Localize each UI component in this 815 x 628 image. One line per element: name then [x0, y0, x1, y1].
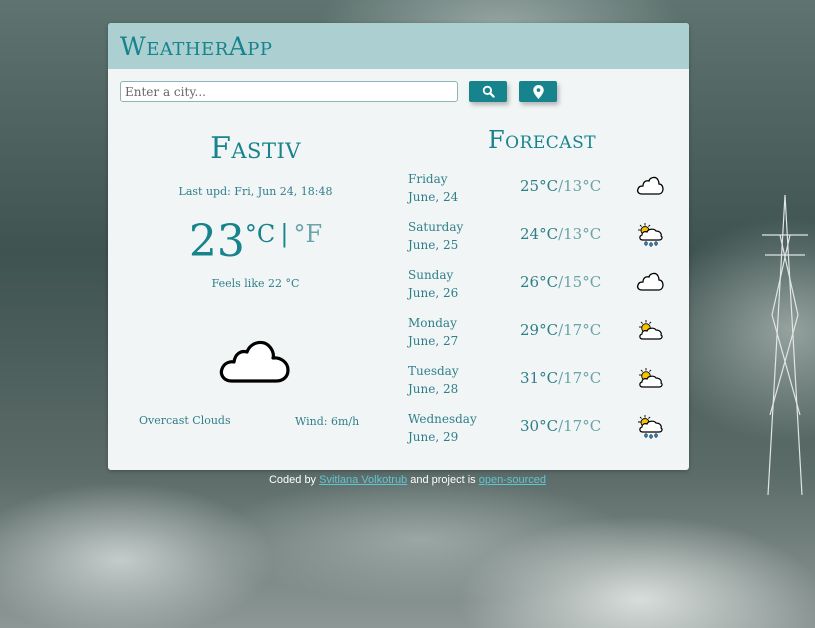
forecast-day-name: Wednesday [408, 412, 477, 426]
fahrenheit-link[interactable]: °F [294, 220, 323, 248]
weather-card: WeatherApp Fastiv Last upd: Fri, Jun 24,… [108, 23, 689, 470]
city-search-input[interactable] [120, 81, 458, 102]
current-location-button[interactable] [519, 81, 557, 102]
forecast-day-name: Monday [408, 316, 457, 330]
forecast-row: Tuesday June, 28 31°C/17°C [408, 362, 678, 410]
forecast-date: Tuesday June, 28 [408, 362, 459, 398]
last-updated: Last upd: Fri, Jun 24, 18:48 [178, 185, 333, 198]
cloud-icon [219, 340, 290, 383]
forecast-day-name: Saturday [408, 220, 464, 234]
sun-rain-cloud-icon [638, 223, 663, 247]
cloud-icon [636, 176, 664, 195]
current-temperature: 23 [188, 216, 245, 267]
forecast-max: 24°C [520, 225, 559, 243]
forecast-max: 30°C [520, 417, 559, 435]
app-header: WeatherApp [108, 23, 689, 69]
footer: Coded by Svitlana Volkotrub and project … [0, 474, 815, 486]
forecast-row: Monday June, 27 29°C/17°C [408, 314, 678, 362]
forecast-date: Sunday June, 26 [408, 266, 458, 302]
forecast-date: Friday June, 24 [408, 170, 458, 206]
search-button[interactable] [469, 81, 507, 102]
forecast-temps: 26°C/15°C [520, 273, 601, 291]
forecast-max: 25°C [520, 177, 559, 195]
wind-speed: Wind: 6m/h [295, 415, 360, 428]
author-link[interactable]: Svitlana Volkotrub [319, 474, 407, 486]
partly-cloudy-icon [639, 368, 663, 388]
forecast-title: Forecast [488, 126, 597, 154]
power-pylon-image [762, 195, 808, 495]
forecast-day-date: June, 25 [408, 238, 459, 252]
forecast-day-name: Tuesday [408, 364, 459, 378]
forecast-day-name: Friday [408, 172, 448, 186]
forecast-min: 17°C [563, 417, 602, 435]
forecast-date: Saturday June, 25 [408, 218, 463, 254]
celsius-link[interactable]: °C [245, 220, 275, 248]
forecast-min: 13°C [563, 225, 602, 243]
forecast-list: Friday June, 24 25°C/13°C Saturday June,… [408, 170, 678, 458]
forecast-min: 13°C [563, 177, 602, 195]
footer-middle: and project is [407, 474, 479, 486]
forecast-min: 17°C [563, 369, 602, 387]
open-source-link[interactable]: open-sourced [479, 474, 546, 486]
forecast-day-date: June, 26 [408, 286, 459, 300]
forecast-temps: 24°C/13°C [520, 225, 601, 243]
footer-prefix: Coded by [268, 474, 320, 486]
weather-description: Overcast Clouds [139, 414, 231, 427]
partly-cloudy-icon [639, 320, 663, 340]
search-form [120, 81, 557, 102]
current-weather: Fastiv Last upd: Fri, Jun 24, 18:48 23°C… [108, 123, 403, 428]
sun-rain-cloud-icon [638, 415, 663, 439]
forecast-temps: 29°C/17°C [520, 321, 601, 339]
cloud-icon [636, 272, 664, 291]
city-name: Fastiv [210, 131, 301, 166]
forecast-day-date: June, 24 [408, 190, 459, 204]
forecast-row: Friday June, 24 25°C/13°C [408, 170, 678, 218]
forecast-max: 29°C [520, 321, 559, 339]
temperature-display: 23°C | °F [108, 216, 403, 267]
search-icon [482, 85, 495, 98]
forecast-row: Wednesday June, 29 30°C/17°C [408, 410, 678, 458]
feels-like: Feels like 22 °C [211, 277, 300, 290]
app-title: WeatherApp [120, 31, 273, 61]
forecast-row: Sunday June, 26 26°C/15°C [408, 266, 678, 314]
forecast-temps: 31°C/17°C [520, 369, 601, 387]
forecast-min: 17°C [563, 321, 602, 339]
unit-separator: | [280, 220, 289, 248]
forecast-day-name: Sunday [408, 268, 454, 282]
forecast-temps: 30°C/17°C [520, 417, 601, 435]
forecast-max: 31°C [520, 369, 559, 387]
forecast-min: 15°C [563, 273, 602, 291]
forecast-max: 26°C [520, 273, 559, 291]
forecast-row: Saturday June, 25 24°C/13°C [408, 218, 678, 266]
forecast-day-date: June, 29 [408, 430, 459, 444]
forecast-date: Monday June, 27 [408, 314, 458, 350]
forecast-day-date: June, 28 [408, 382, 459, 396]
forecast-date: Wednesday June, 29 [408, 410, 477, 446]
location-pin-icon [532, 84, 544, 99]
forecast-day-date: June, 27 [408, 334, 459, 348]
forecast-temps: 25°C/13°C [520, 177, 601, 195]
